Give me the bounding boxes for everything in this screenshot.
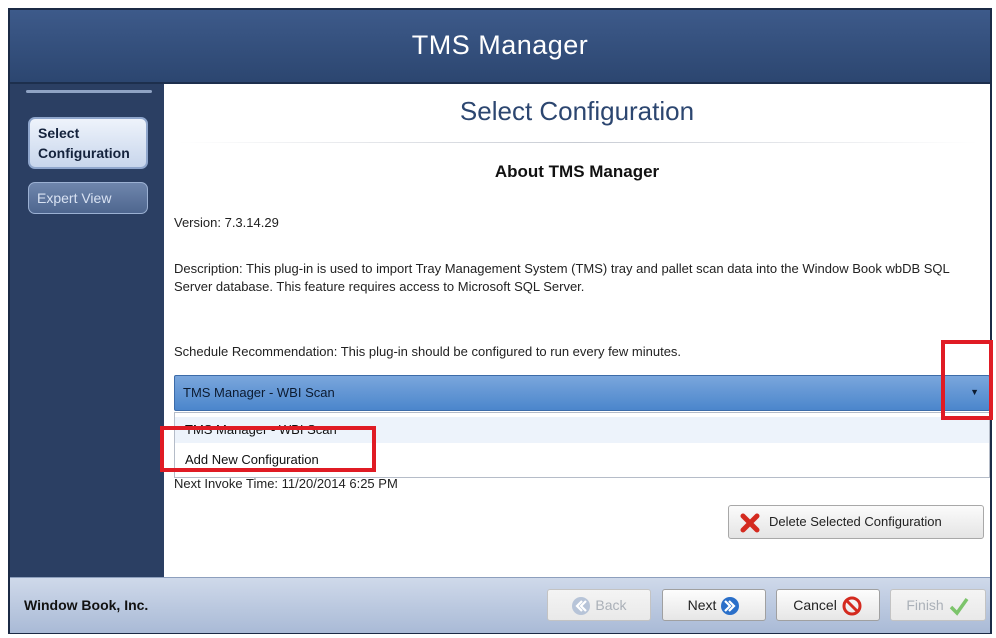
cancel-label: Cancel (793, 597, 837, 613)
page-title: Select Configuration (459, 96, 695, 126)
main-content: Select Configuration About TMS Manager V… (164, 84, 990, 577)
delete-button-label: Delete Selected Configuration (769, 514, 942, 529)
back-button[interactable]: Back (547, 589, 651, 621)
app-title: TMS Manager (411, 30, 589, 60)
delete-x-icon (740, 513, 760, 533)
description-text: Description: This plug-in is used to imp… (174, 261, 950, 294)
cancel-button[interactable]: Cancel (776, 589, 880, 621)
nav-expert-view[interactable]: Expert View (28, 182, 148, 214)
title-bar: TMS Manager (10, 10, 990, 84)
back-label: Back (595, 597, 627, 613)
sidebar: Select Configuration Expert View (10, 84, 164, 577)
delete-configuration-button[interactable]: Delete Selected Configuration (728, 505, 984, 539)
back-arrow-icon (572, 597, 591, 616)
version-text: Version: 7.3.14.29 (174, 215, 279, 230)
company-name: Window Book, Inc. (24, 597, 149, 613)
checkmark-icon (949, 598, 969, 616)
next-arrow-icon (721, 597, 740, 616)
configuration-select-value: TMS Manager - WBI Scan (183, 385, 335, 400)
highlight-box-add-new-configuration (160, 426, 376, 472)
configuration-select[interactable]: TMS Manager - WBI Scan ▼ (174, 375, 990, 411)
title-divider (178, 142, 978, 143)
highlight-box-dropdown-arrow (941, 340, 993, 420)
app-window: TMS Manager Select Configuration Expert … (8, 8, 992, 634)
finish-button[interactable]: Finish (890, 589, 986, 621)
about-heading: About TMS Manager (494, 162, 660, 181)
next-invoke-time: Next Invoke Time: 11/20/2014 6:25 PM (174, 476, 398, 491)
sidebar-divider (26, 90, 152, 93)
cancel-icon (842, 596, 862, 616)
finish-label: Finish (906, 597, 944, 613)
next-label: Next (687, 597, 717, 613)
next-button[interactable]: Next (662, 589, 766, 621)
schedule-text: Schedule Recommendation: This plug-in sh… (174, 344, 682, 359)
footer-bar: Window Book, Inc. Back Next Cancel Finis… (10, 577, 990, 633)
nav-select-configuration[interactable]: Select Configuration (28, 117, 148, 169)
